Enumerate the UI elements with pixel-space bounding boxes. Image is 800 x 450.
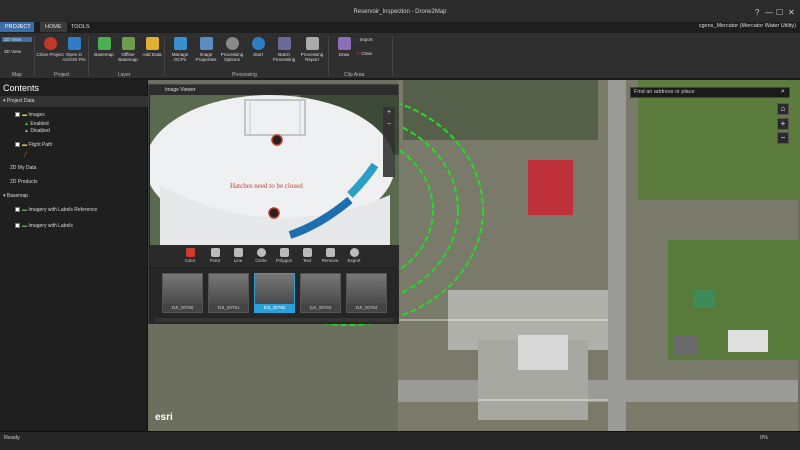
user-account[interactable]: cgens_Mercator (Mercator Water Utility)	[699, 23, 796, 29]
help-icon[interactable]: ?	[755, 8, 759, 17]
tool-polygon[interactable]: Polygon	[274, 248, 294, 263]
start-button[interactable]: Start	[244, 37, 272, 57]
tool-export[interactable]: Export	[344, 248, 364, 263]
gcp-icon	[173, 37, 187, 50]
close-project-icon	[43, 37, 57, 50]
contents-panel: Contents ▾ Project Data ▬ Images ▲ Enabl…	[0, 80, 148, 431]
group-label-processing: Processing	[232, 72, 257, 78]
add-data-icon	[145, 37, 159, 50]
status-text: Ready	[4, 435, 20, 441]
thumbnail[interactable]: DJI_00793	[300, 273, 341, 313]
tab-tools[interactable]: TOOLS	[66, 22, 95, 32]
import-button[interactable]: ↓ Import	[356, 37, 386, 42]
color-swatch-icon	[185, 248, 195, 257]
checkbox-images[interactable]	[15, 112, 20, 118]
circle-icon	[256, 248, 266, 257]
checkbox-labels-reference[interactable]	[15, 207, 20, 213]
group-label-map: Map	[12, 72, 22, 78]
close-window-button[interactable]: ✕	[788, 8, 795, 17]
address-search-input[interactable]: Find an address or place	[630, 87, 790, 98]
point-icon	[210, 248, 220, 257]
layer-imagery-labels-reference[interactable]: ▬ Imagery with Labels Reference	[0, 205, 148, 216]
line-icon	[233, 248, 243, 257]
report-icon	[305, 37, 319, 50]
drone-photo: Hatches need to be closed	[150, 95, 399, 245]
tool-color[interactable]: Color	[180, 248, 200, 263]
tab-home[interactable]: HOME	[40, 22, 67, 32]
progress-percent: 0%	[760, 435, 768, 441]
clear-button[interactable]: ✕ Clear	[356, 51, 386, 56]
batch-icon	[277, 37, 291, 50]
polygon-icon	[279, 248, 289, 257]
tab-project[interactable]: PROJECT	[0, 22, 34, 32]
ribbon: 2D View 3D View Close Project Open in Ar…	[0, 33, 800, 79]
contents-title: Contents	[3, 83, 40, 93]
title-bar: Reservoir_Inspection - Drone2Map ? — ☐ ✕	[0, 0, 800, 22]
viewer-zoom-in[interactable]: +	[383, 107, 395, 119]
draw-button[interactable]: Draw	[330, 37, 358, 57]
layer-imagery-labels[interactable]: ▬ Imagery with Labels	[0, 221, 148, 232]
manage-gcps-button[interactable]: Manage GCPs	[166, 37, 194, 62]
gear-icon	[225, 37, 239, 50]
home-extent-button[interactable]: ⌂	[777, 103, 789, 115]
group-2d-products[interactable]: 2D Products	[0, 177, 148, 188]
arcgis-pro-icon	[67, 37, 81, 50]
group-label-clip-area: Clip Area	[344, 72, 365, 78]
processing-report-button[interactable]: Processing Report	[298, 37, 326, 62]
tool-line[interactable]: Line	[228, 248, 248, 263]
image-viewer-titlebar[interactable]: Image Viewer	[149, 85, 398, 95]
minimize-button[interactable]: —	[765, 8, 773, 17]
checkbox-flight-path[interactable]	[15, 142, 20, 148]
image-viewer-panel: Image Viewer Hatches need to be closed +…	[148, 84, 399, 324]
image-properties-button[interactable]: Image Properties	[192, 37, 220, 62]
legend-disabled: ▲ Disabled	[24, 128, 50, 134]
basemap-group[interactable]: ▾ Basemap	[0, 191, 148, 202]
thumbnail[interactable]: DJI_00794	[346, 273, 387, 313]
status-bar: Ready 0%	[0, 431, 800, 450]
maximize-button[interactable]: ☐	[776, 8, 783, 17]
tool-point[interactable]: Point	[205, 248, 225, 263]
search-icon[interactable]: ⌕	[777, 87, 789, 99]
text-icon	[302, 248, 312, 257]
tool-circle[interactable]: Circle	[251, 248, 271, 263]
thumbnail[interactable]: DJI_00790	[162, 273, 203, 313]
add-data-button[interactable]: Add Data	[138, 37, 166, 57]
offline-basemap-icon	[121, 37, 135, 50]
thumbnail-scrollbar[interactable]	[154, 318, 394, 322]
thumbnail[interactable]: DJI_00791	[208, 273, 249, 313]
batch-processing-button[interactable]: Batch Processing	[270, 37, 298, 62]
processing-options-button[interactable]: Processing Options	[218, 37, 246, 62]
draw-icon	[337, 37, 351, 50]
group-label-layer: Layer	[118, 72, 131, 78]
zoom-out-button[interactable]: −	[777, 132, 789, 144]
thumbnail-selected[interactable]: DJI_00792	[254, 273, 295, 313]
annotation-toolbar: Color Point Line Circle Polygon Text Rem…	[150, 245, 399, 267]
thumbnail-strip: DJI_00790 DJI_00791 DJI_00792 DJI_00793 …	[150, 269, 399, 324]
image-properties-icon	[199, 37, 213, 50]
esri-logo: esri	[155, 412, 173, 423]
viewer-zoom-out[interactable]: −	[383, 119, 395, 131]
checkbox-imagery-labels[interactable]	[15, 223, 20, 229]
tool-remove[interactable]: Remove	[320, 248, 340, 263]
play-icon	[251, 37, 265, 50]
trash-icon	[325, 248, 335, 257]
flight-path-symbol: ╱	[24, 152, 28, 158]
zoom-in-button[interactable]: +	[777, 118, 789, 130]
tool-text[interactable]: Text	[297, 248, 317, 263]
group-label-project: Project	[54, 72, 70, 78]
annotation-text[interactable]: Hatches need to be closed	[230, 182, 303, 190]
group-2d-my-data[interactable]: 2D My Data	[0, 163, 148, 174]
open-arcgis-pro-button[interactable]: Open in ArcGIS Pro	[60, 37, 88, 62]
app-title: Reservoir_Inspection - Drone2Map	[353, 9, 447, 15]
project-data-group[interactable]: ▾ Project Data	[0, 96, 148, 107]
export-icon	[349, 248, 359, 257]
3d-view-button[interactable]: 3D View	[2, 49, 32, 54]
viewer-zoom-control[interactable]: + −	[383, 107, 395, 177]
basemap-icon	[97, 37, 111, 50]
2d-view-button[interactable]: 2D View	[2, 37, 32, 42]
